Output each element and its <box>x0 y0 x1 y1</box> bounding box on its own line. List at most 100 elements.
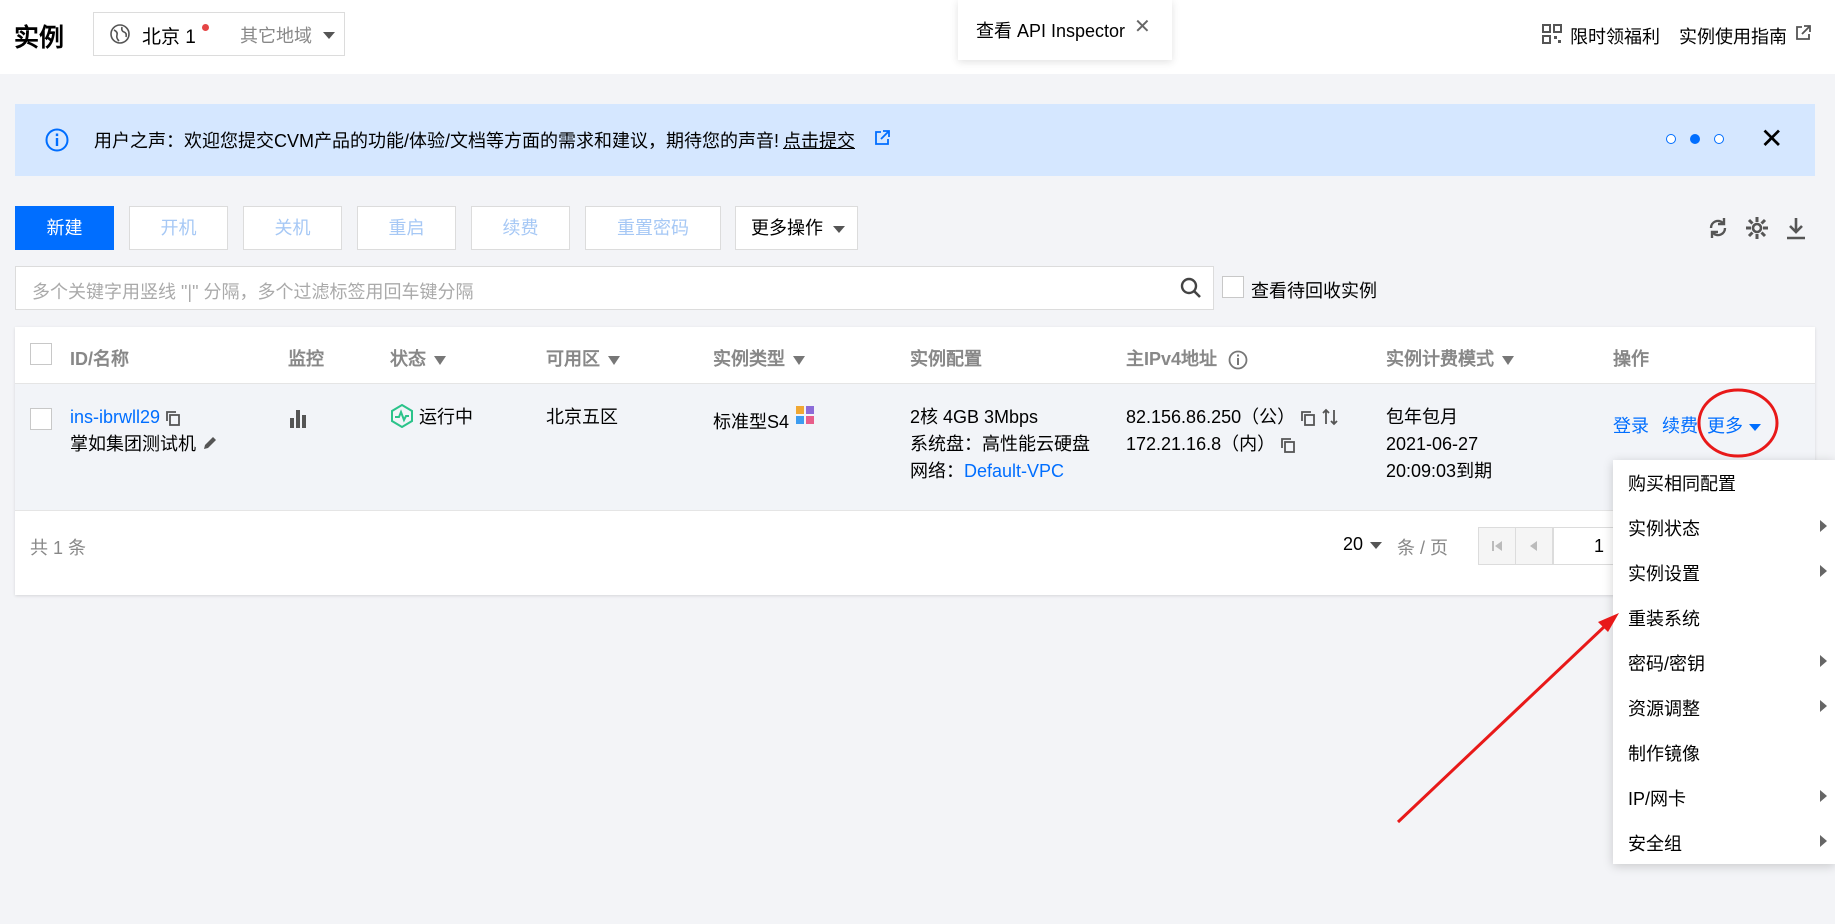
refresh-icon[interactable] <box>1705 215 1731 241</box>
menu-item-instance-settings[interactable]: 实例设置 <box>1628 560 1700 586</box>
banner-submit-link[interactable]: 点击提交 <box>783 131 855 151</box>
chevron-down-icon <box>833 226 845 233</box>
globe-icon <box>110 24 130 44</box>
guide-link[interactable]: 实例使用指南 <box>1679 23 1787 49</box>
ops-cell: 登录 续费 更多 <box>1613 413 1762 440</box>
running-status-icon <box>391 403 413 429</box>
top-bar: 实例 北京 1 其它地域 限时领福利 实例使用指南 <box>0 0 1835 74</box>
menu-item-resource-adjust[interactable]: 资源调整 <box>1628 695 1700 721</box>
instance-id-link[interactable]: ins-ibrwll29 <box>70 407 160 427</box>
renew-link[interactable]: 续费 <box>1662 416 1698 436</box>
chevron-down-icon <box>1749 423 1762 431</box>
filter-icon[interactable] <box>434 355 446 365</box>
row-checkbox[interactable] <box>30 408 52 430</box>
col-zone-label: 可用区 <box>546 349 600 369</box>
bar-chart-icon[interactable] <box>288 408 308 428</box>
api-inspector-text[interactable]: 查看 API Inspector <box>976 17 1125 43</box>
recycle-label[interactable]: 查看待回收实例 <box>1251 277 1377 303</box>
feedback-banner: 用户之声：欢迎您提交CVM产品的功能/体验/文档等方面的需求和建议，期待您的声音… <box>15 104 1815 176</box>
pointer-arrow <box>1396 624 1607 824</box>
chevron-right-icon <box>1820 700 1827 712</box>
menu-item-ip-nic[interactable]: IP/网卡 <box>1628 785 1686 811</box>
instance-table: ID/名称 监控 状态 可用区 实例类型 实例配置 主IPv4地址 实例计费模式… <box>15 327 1815 595</box>
copy-icon[interactable] <box>1300 410 1316 426</box>
vpc-link[interactable]: Default-VPC <box>964 461 1064 481</box>
start-button[interactable]: 开机 <box>129 206 228 250</box>
renew-button[interactable]: 续费 <box>471 206 570 250</box>
external-link-icon <box>1796 25 1811 40</box>
menu-item-password-key[interactable]: 密码/密钥 <box>1628 650 1705 676</box>
per-page-label: 条 / 页 <box>1397 538 1449 558</box>
more-actions-label: 更多操作 <box>751 218 823 238</box>
type-badge-icon <box>796 406 815 424</box>
zone-cell: 北京五区 <box>546 407 618 427</box>
swap-icon[interactable] <box>1321 408 1339 426</box>
filter-icon[interactable] <box>1502 355 1514 365</box>
billing-cell: 包年包月 2021-06-27 20:09:03到期 <box>1386 404 1492 485</box>
shutdown-button[interactable]: 关机 <box>243 206 342 250</box>
prev-page-button[interactable] <box>1515 527 1553 565</box>
download-icon[interactable] <box>1783 215 1809 241</box>
first-page-button[interactable] <box>1478 527 1516 565</box>
select-all-checkbox[interactable] <box>30 343 52 365</box>
type-cell: 标准型S4 <box>713 404 816 436</box>
copy-icon[interactable] <box>165 410 181 426</box>
chevron-right-icon <box>1820 655 1827 667</box>
region-selector[interactable]: 北京 1 其它地域 <box>93 12 345 56</box>
close-icon[interactable]: ✕ <box>1760 122 1783 155</box>
more-actions-button[interactable]: 更多操作 <box>735 206 858 250</box>
page-title: 实例 <box>14 24 65 52</box>
col-status[interactable]: 状态 <box>390 345 446 371</box>
menu-item-instance-status[interactable]: 实例状态 <box>1628 515 1700 541</box>
external-link-icon <box>875 130 890 145</box>
page-size-value: 20 <box>1343 534 1364 554</box>
chevron-right-icon <box>1820 520 1827 532</box>
total-count: 共 1 条 <box>30 538 87 558</box>
login-link[interactable]: 登录 <box>1613 416 1649 436</box>
restart-button[interactable]: 重启 <box>357 206 456 250</box>
menu-item-buy-same[interactable]: 购买相同配置 <box>1628 470 1736 496</box>
ip-private: 172.21.16.8（内） <box>1126 434 1276 454</box>
status-cell: 运行中 <box>390 403 474 431</box>
filter-icon[interactable] <box>793 355 805 365</box>
info-icon[interactable] <box>1228 350 1248 370</box>
col-ipv4-label: 主IPv4地址 <box>1126 349 1218 369</box>
filter-icon[interactable] <box>608 355 620 365</box>
menu-item-reinstall[interactable]: 重装系统 <box>1628 605 1700 631</box>
carousel-dot[interactable] <box>1666 134 1676 144</box>
col-ipv4: 主IPv4地址 <box>1126 345 1248 371</box>
gear-icon[interactable] <box>1744 215 1770 241</box>
chevron-down-icon <box>1370 541 1383 549</box>
edit-icon[interactable] <box>201 434 219 452</box>
more-link[interactable]: 更多 <box>1707 416 1762 436</box>
status-text: 运行中 <box>419 407 474 427</box>
copy-icon[interactable] <box>1280 437 1296 453</box>
first-page-icon <box>1492 541 1502 551</box>
table-header: ID/名称 监控 状态 可用区 实例类型 实例配置 主IPv4地址 实例计费模式… <box>15 327 1815 384</box>
chevron-right-icon <box>1820 565 1827 577</box>
chevron-right-icon <box>1820 835 1827 847</box>
table-row[interactable]: ins-ibrwll29 掌如集团测试机 运行中 北京五区 标准型S4 2核 4… <box>15 384 1815 511</box>
page-size-select[interactable]: 20 <box>1343 534 1383 555</box>
config-spec: 2核 4GB 3Mbps <box>910 407 1039 427</box>
close-icon[interactable]: ✕ <box>1134 14 1151 39</box>
col-zone[interactable]: 可用区 <box>546 345 620 371</box>
chevron-right-icon <box>1820 790 1827 802</box>
new-button[interactable]: 新建 <box>15 206 114 250</box>
recycle-checkbox[interactable] <box>1222 276 1244 298</box>
reset-password-button[interactable]: 重置密码 <box>585 206 721 250</box>
carousel-dot[interactable] <box>1714 134 1724 144</box>
promo-link[interactable]: 限时领福利 <box>1570 23 1660 49</box>
menu-item-security-group[interactable]: 安全组 <box>1628 830 1682 856</box>
info-icon <box>45 128 69 152</box>
search-icon[interactable] <box>1180 277 1202 299</box>
search-input[interactable]: 多个关键字用竖线 "|" 分隔，多个过滤标签用回车键分隔 <box>15 266 1214 310</box>
col-billing[interactable]: 实例计费模式 <box>1386 345 1514 371</box>
config-cell: 2核 4GB 3Mbps 系统盘：高性能云硬盘 网络：Default-VPC <box>910 404 1090 485</box>
col-config: 实例配置 <box>910 349 982 369</box>
carousel-dot-active[interactable] <box>1690 134 1700 144</box>
col-type[interactable]: 实例类型 <box>713 345 805 371</box>
menu-item-create-image[interactable]: 制作镜像 <box>1628 740 1700 766</box>
col-billing-label: 实例计费模式 <box>1386 349 1494 369</box>
qrcode-icon <box>1542 24 1562 44</box>
